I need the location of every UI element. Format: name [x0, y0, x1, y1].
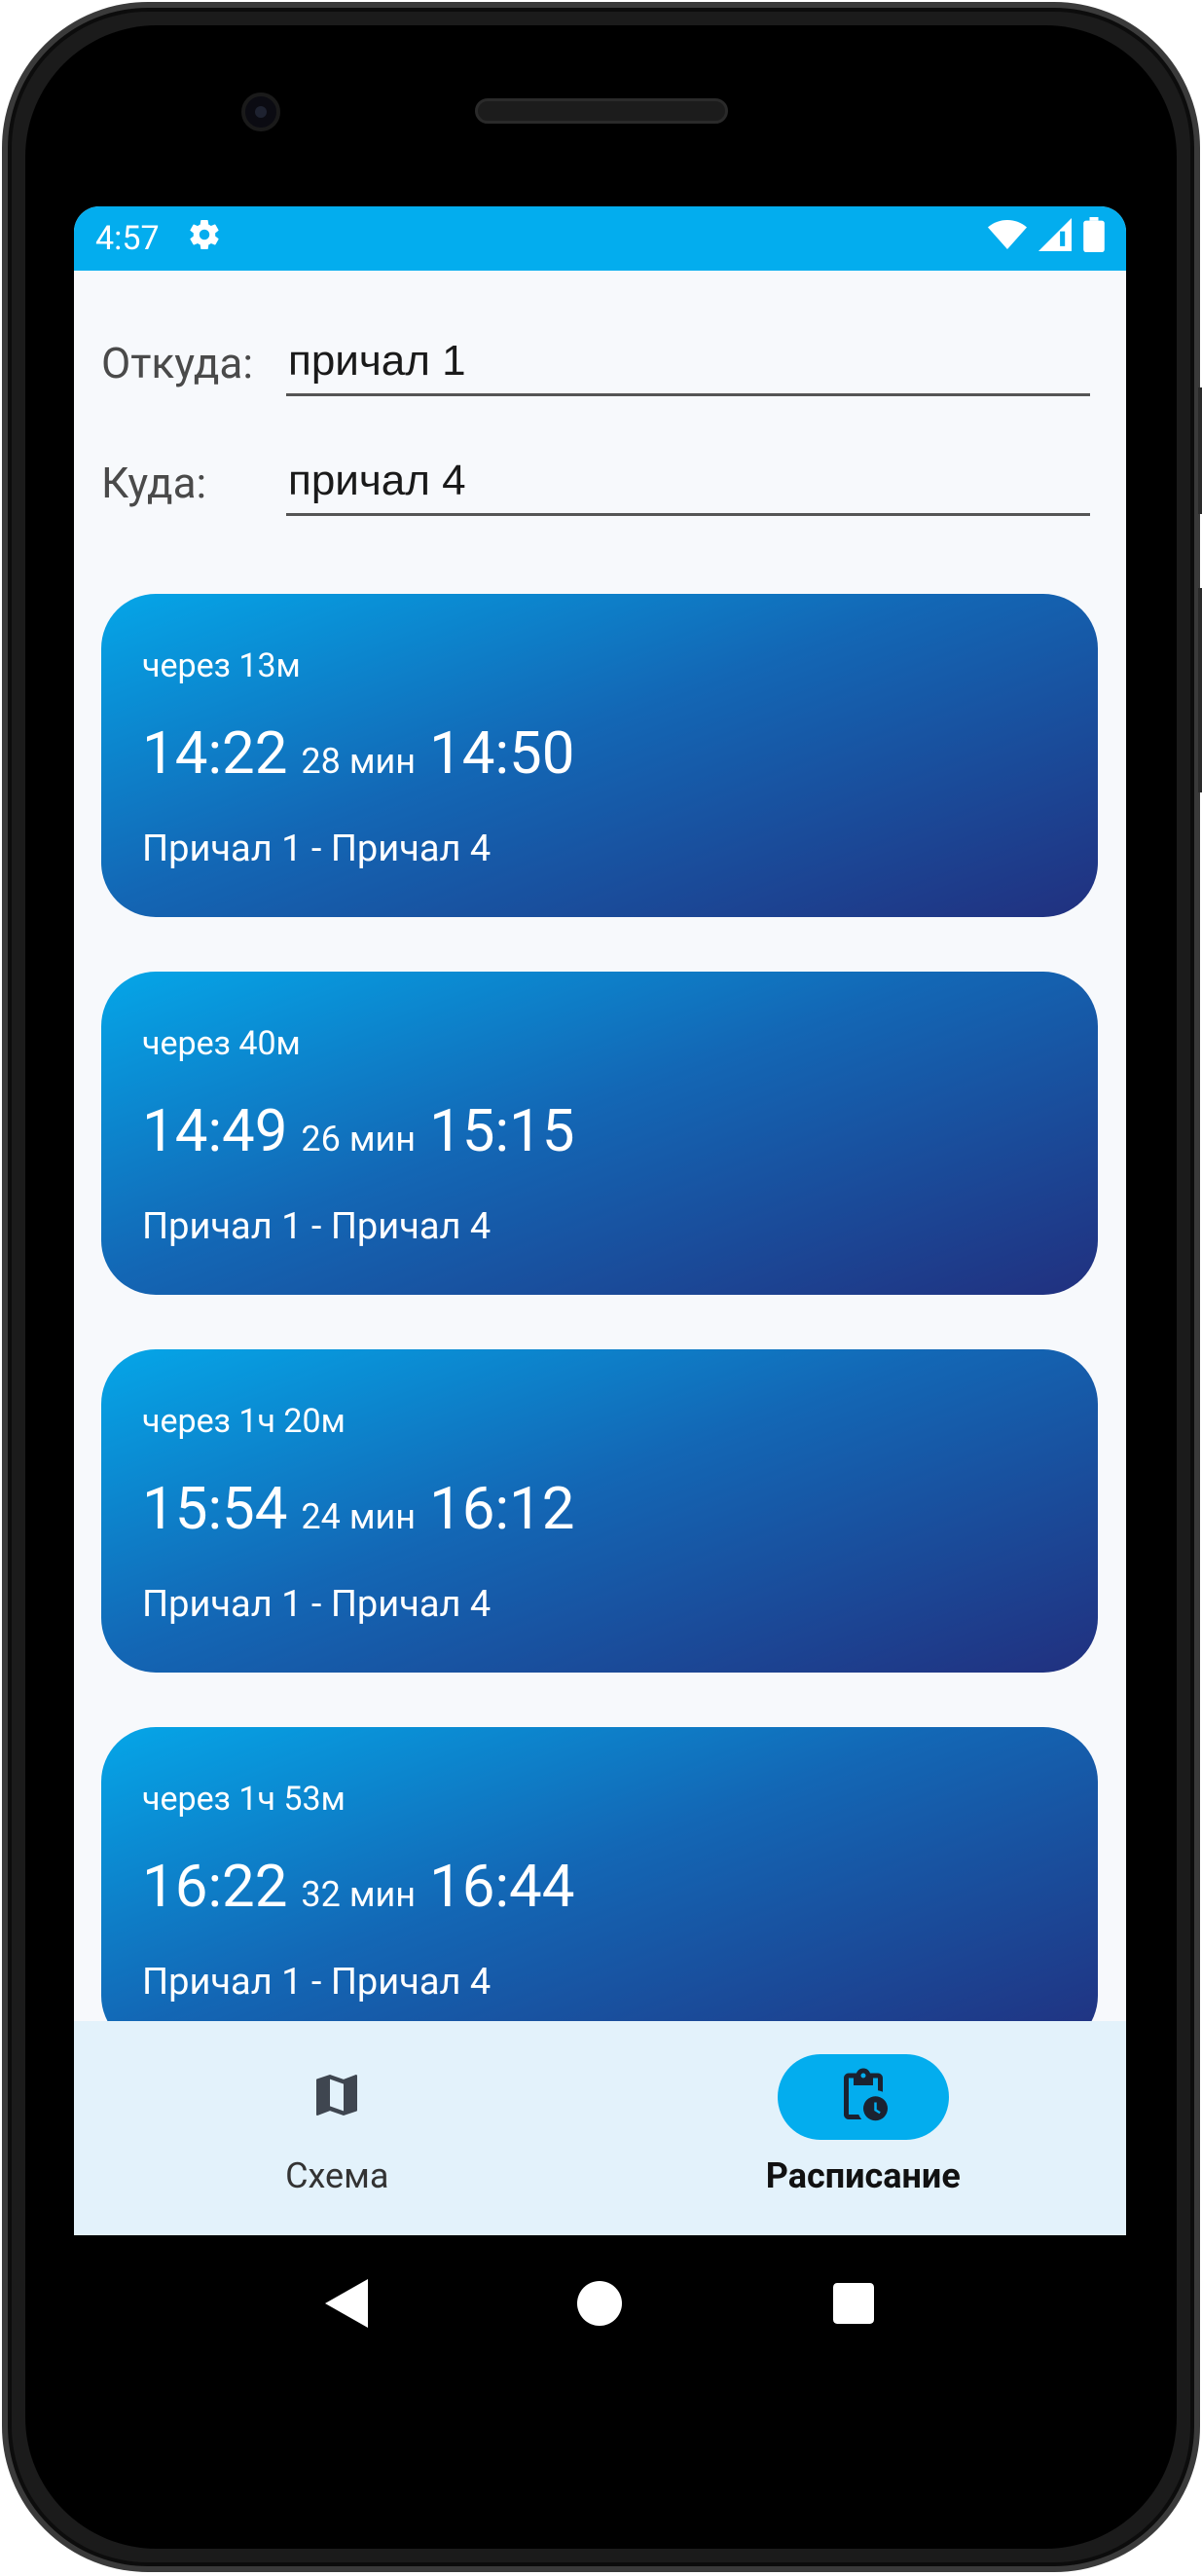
system-navigation-bar	[74, 2235, 1126, 2372]
status-icons	[988, 216, 1105, 261]
from-label: Откуда:	[101, 338, 253, 388]
trip-depart-time: 14:49	[142, 1096, 288, 1165]
front-camera	[241, 92, 280, 131]
trip-departs-in: через 1ч 20м	[142, 1402, 346, 1441]
map-icon	[310, 2068, 364, 2126]
signal-icon	[1038, 217, 1072, 260]
nav-active-pill	[777, 2054, 949, 2140]
to-field: Куда:	[101, 448, 1094, 516]
trip-route: Причал 1 - Причал 4	[142, 828, 492, 870]
trip-list: через 13м 14:22 28 мин 14:50 Причал 1 - …	[101, 594, 1098, 2105]
nav-item-scheme[interactable]: Схема	[74, 2021, 601, 2235]
trip-departs-in: через 1ч 53м	[142, 1780, 346, 1819]
nav-item-schedule[interactable]: Расписание	[601, 2021, 1127, 2235]
app-screen: 4:57 Откуда: Куда: через 13м 14:22	[74, 206, 1126, 2235]
trip-arrive-time: 16:12	[429, 1474, 575, 1543]
trip-route: Причал 1 - Причал 4	[142, 1961, 492, 2004]
trip-route: Причал 1 - Причал 4	[142, 1205, 492, 1248]
battery-icon	[1083, 216, 1105, 261]
trip-times: 16:22 32 мин 16:44	[142, 1852, 574, 1921]
from-field: Откуда:	[101, 328, 1094, 396]
back-icon[interactable]	[317, 2274, 376, 2333]
trip-times: 14:22 28 мин 14:50	[142, 718, 574, 788]
trip-duration: 26 мин	[301, 1119, 417, 1159]
wifi-icon	[988, 218, 1027, 260]
trip-duration: 28 мин	[301, 741, 417, 782]
trip-card[interactable]: через 13м 14:22 28 мин 14:50 Причал 1 - …	[101, 594, 1098, 917]
trip-times: 15:54 24 мин 16:12	[142, 1474, 574, 1543]
schedule-icon	[834, 2066, 892, 2128]
trip-card[interactable]: через 1ч 20м 15:54 24 мин 16:12 Причал 1…	[101, 1349, 1098, 1673]
trip-card[interactable]: через 1ч 53м 16:22 32 мин 16:44 Причал 1…	[101, 1727, 1098, 2050]
trip-times: 14:49 26 мин 15:15	[142, 1096, 574, 1165]
home-icon[interactable]	[570, 2274, 629, 2333]
earpiece-speaker	[475, 98, 728, 124]
recents-icon[interactable]	[824, 2274, 883, 2333]
trip-depart-time: 16:22	[142, 1852, 288, 1921]
nav-label-scheme: Схема	[285, 2155, 389, 2196]
trip-arrive-time: 16:44	[429, 1852, 575, 1921]
to-input[interactable]	[286, 448, 1090, 516]
status-time: 4:57	[95, 219, 160, 258]
trip-departs-in: через 40м	[142, 1024, 301, 1063]
trip-depart-time: 15:54	[142, 1474, 288, 1543]
bottom-navigation: Схема Расписание	[74, 2021, 1126, 2235]
trip-card[interactable]: через 40м 14:49 26 мин 15:15 Причал 1 - …	[101, 972, 1098, 1295]
power-button	[1198, 387, 1202, 514]
volume-button	[1198, 588, 1202, 792]
trip-arrive-time: 15:15	[429, 1096, 575, 1165]
trip-departs-in: через 13м	[142, 646, 301, 685]
trip-route: Причал 1 - Причал 4	[142, 1583, 492, 1626]
nav-label-schedule: Расписание	[765, 2155, 961, 2196]
trip-duration: 24 мин	[301, 1496, 417, 1537]
trip-depart-time: 14:22	[142, 718, 288, 788]
gear-icon	[187, 217, 222, 261]
from-input[interactable]	[286, 328, 1090, 396]
to-label: Куда:	[101, 458, 207, 508]
nav-icon-container	[251, 2054, 422, 2140]
trip-arrive-time: 14:50	[429, 718, 575, 788]
trip-duration: 32 мин	[301, 1874, 417, 1915]
status-bar: 4:57	[74, 206, 1126, 271]
